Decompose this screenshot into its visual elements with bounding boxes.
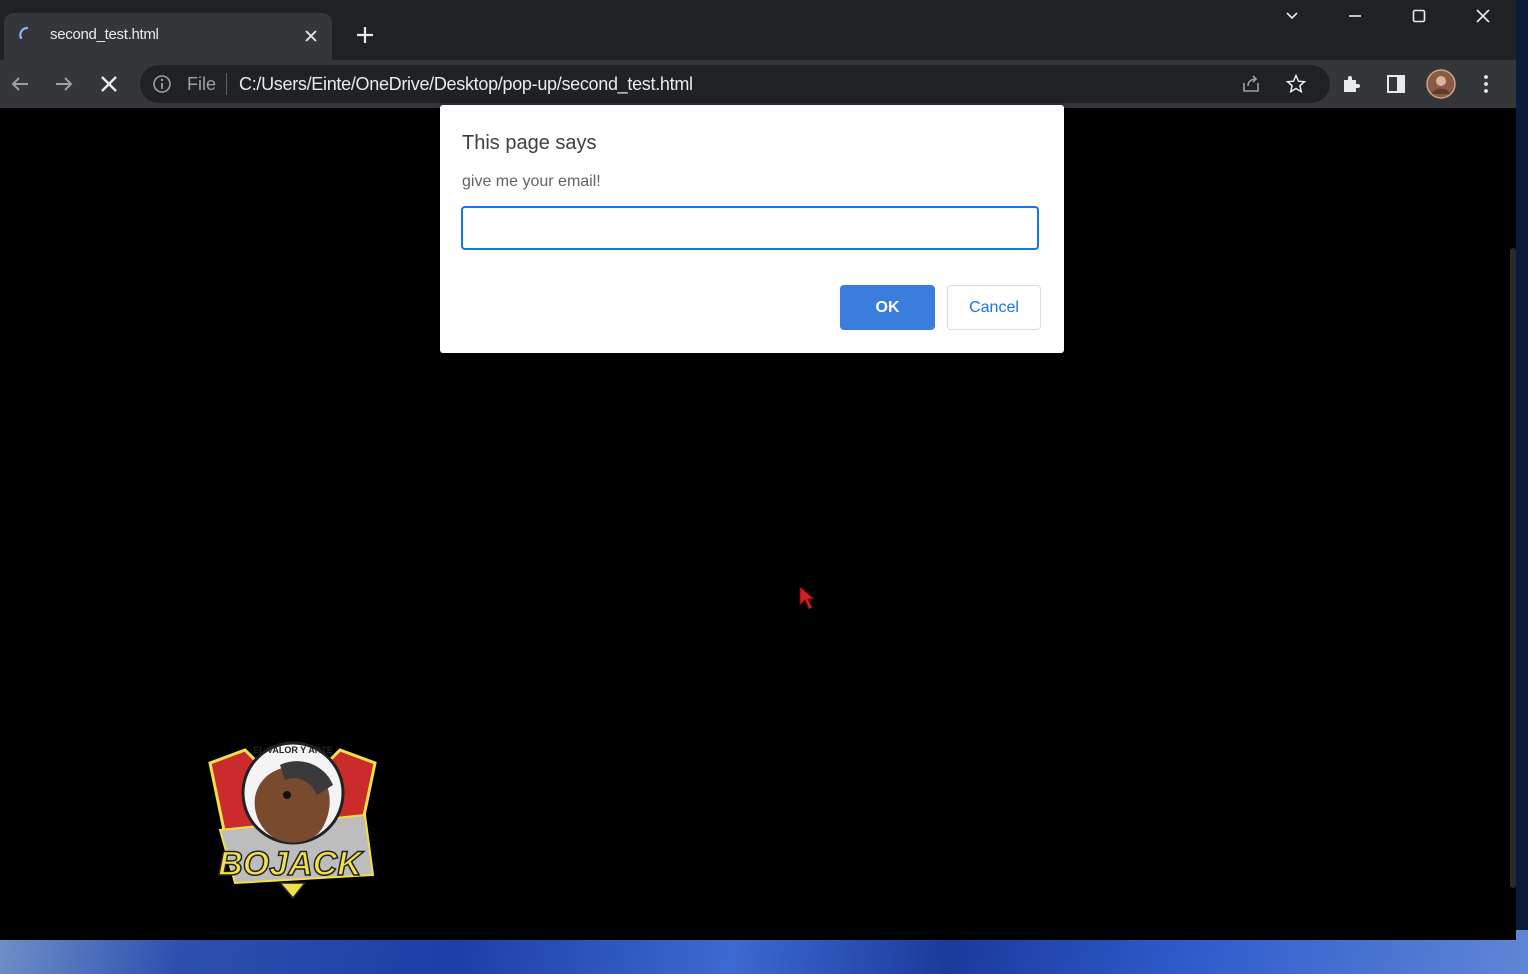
stop-icon (101, 76, 117, 92)
divider (226, 73, 227, 95)
logo-arc-text: EL VALOR Y ARTE (253, 745, 333, 755)
puzzle-icon (1344, 76, 1360, 92)
loading-spinner-icon (19, 26, 29, 40)
chevron-down-icon (1286, 12, 1298, 20)
star-icon (1285, 73, 1307, 94)
avatar-icon (1426, 69, 1456, 99)
cancel-button[interactable]: Cancel (947, 285, 1041, 330)
prompt-dialog: This page says give me your email! OK Ca… (440, 105, 1064, 353)
browser-toolbar: File C:/Users/Einte/OneDrive/Desktop/pop… (0, 60, 1516, 109)
arrow-right-icon (56, 77, 73, 91)
tab-title: second_test.html (50, 26, 159, 43)
more-vert-icon (1484, 75, 1488, 93)
logo-text: BOJACK (218, 845, 364, 883)
side-panel-button[interactable] (1384, 72, 1408, 96)
minimize-icon (1349, 15, 1361, 17)
back-button[interactable] (8, 72, 32, 96)
maximize-icon (1412, 9, 1426, 23)
new-tab-button[interactable] (352, 22, 378, 48)
dialog-title: This page says (462, 132, 597, 154)
scrollbar[interactable] (1510, 248, 1516, 888)
close-tab-icon[interactable] (302, 27, 320, 45)
extensions-button[interactable] (1339, 72, 1363, 96)
tab-strip: second_test.html (0, 0, 1516, 60)
maximize-button[interactable] (1389, 0, 1449, 32)
tab-search-button[interactable] (1262, 0, 1322, 32)
stop-loading-button[interactable] (97, 72, 121, 96)
forward-button[interactable] (52, 72, 76, 96)
close-window-button[interactable] (1453, 0, 1513, 32)
arrow-left-icon (11, 77, 28, 91)
close-icon (1476, 9, 1490, 23)
menu-button[interactable] (1474, 72, 1498, 96)
info-icon[interactable] (152, 74, 172, 94)
file-scheme-label: File (187, 74, 217, 94)
share-button[interactable] (1239, 72, 1263, 96)
bookmark-star-button[interactable] (1284, 72, 1308, 96)
browser-window: second_test.html File C:/Users/Einte/One… (0, 0, 1516, 940)
url-text[interactable]: C:/Users/Einte/OneDrive/Desktop/pop-up/s… (239, 74, 693, 95)
share-icon (1243, 75, 1259, 92)
bojack-emblem-logo: BOJACK EL VALOR Y ARTE (208, 741, 377, 900)
email-input[interactable] (461, 206, 1039, 250)
address-bar[interactable]: File C:/Users/Einte/OneDrive/Desktop/pop… (140, 65, 1330, 103)
dialog-message: give me your email! (462, 173, 601, 190)
tab-active[interactable]: second_test.html (4, 13, 332, 60)
ok-button[interactable]: OK (840, 285, 935, 330)
profile-avatar[interactable] (1426, 69, 1456, 99)
side-panel-icon (1387, 75, 1405, 93)
minimize-button[interactable] (1325, 0, 1385, 32)
mouse-cursor-icon (799, 586, 816, 610)
